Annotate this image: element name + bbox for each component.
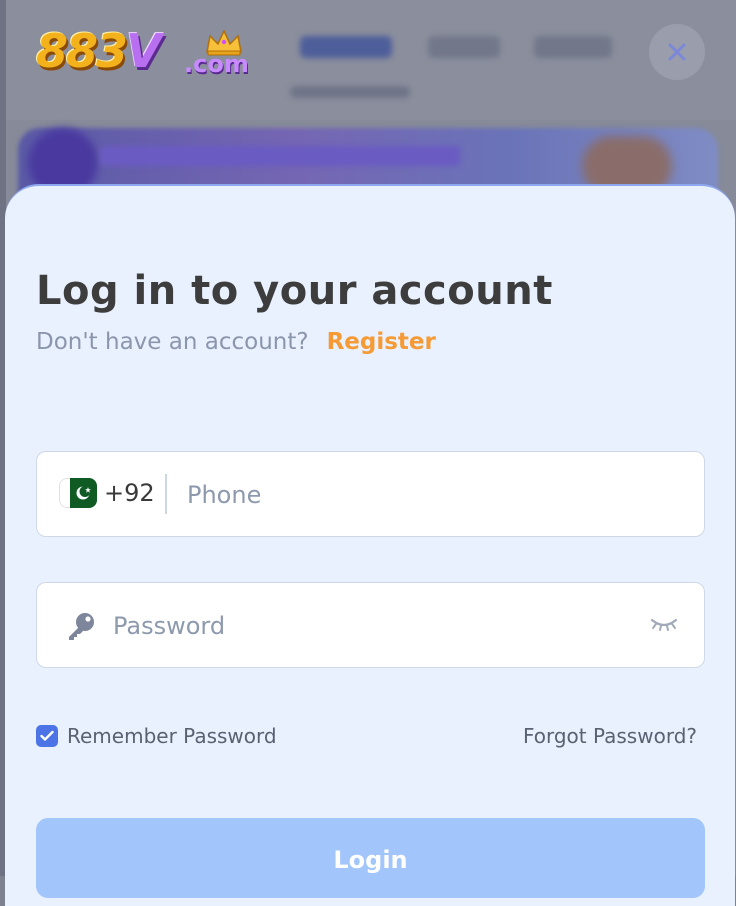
check-icon xyxy=(40,730,54,741)
background-nav-underline xyxy=(290,86,410,98)
password-field[interactable] xyxy=(36,582,705,668)
site-logo: 883V .com xyxy=(36,20,266,86)
login-button-label: Login xyxy=(333,846,408,874)
remember-checkbox[interactable] xyxy=(36,725,58,747)
background-nav-item xyxy=(534,36,612,58)
field-divider xyxy=(165,474,167,514)
phone-input[interactable] xyxy=(185,472,689,518)
no-account-text: Don't have an account? xyxy=(36,329,309,355)
password-input[interactable] xyxy=(111,603,635,649)
close-button[interactable] xyxy=(649,24,705,80)
background-nav-item xyxy=(428,36,500,58)
logo-suffix: .com xyxy=(184,50,249,78)
remember-password-toggle[interactable]: Remember Password xyxy=(36,724,277,748)
login-button[interactable]: Login xyxy=(36,818,705,898)
eye-closed-icon[interactable] xyxy=(649,615,679,633)
phone-field[interactable]: +92 xyxy=(36,451,705,537)
key-icon xyxy=(69,613,94,640)
logo-wordmark: 883V xyxy=(36,24,162,78)
background-banner-text xyxy=(100,146,460,166)
close-icon xyxy=(668,43,686,61)
register-link[interactable]: Register xyxy=(327,329,436,355)
remember-label[interactable]: Remember Password xyxy=(67,724,277,748)
forgot-password-link[interactable]: Forgot Password? xyxy=(523,724,697,748)
pakistan-flag-icon[interactable] xyxy=(59,478,97,508)
background-nav-item xyxy=(300,36,392,58)
country-code[interactable]: +92 xyxy=(104,479,155,507)
page-title: Log in to your account xyxy=(36,268,553,314)
register-prompt: Don't have an account? Register xyxy=(36,329,436,355)
